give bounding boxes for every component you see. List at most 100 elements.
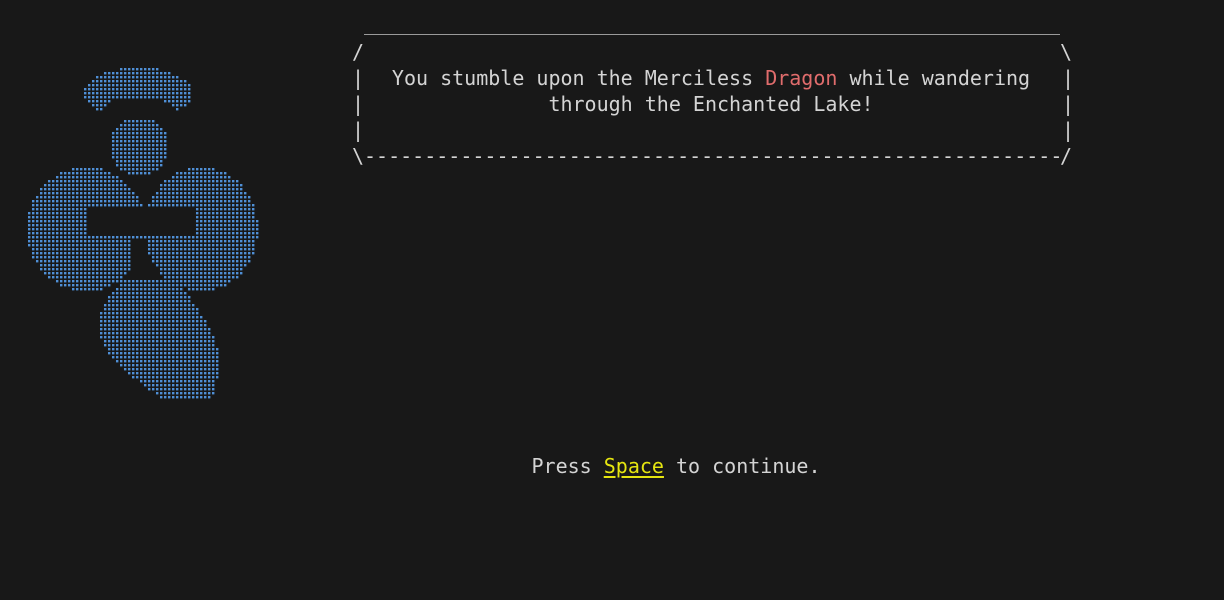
sprite-dot [164,340,167,343]
sprite-dot [196,212,199,215]
sprite-dot [84,288,87,291]
sprite-dot [232,180,235,183]
sprite-dot [244,248,247,251]
sprite-dot [208,208,211,211]
sprite-dot [100,80,103,83]
sprite-dot [144,72,147,75]
sprite-dot [216,372,219,375]
sprite-dot [80,224,83,227]
sprite-dot [204,344,207,347]
sprite-dot [124,84,127,87]
sprite-dot [120,152,123,155]
sprite-dot [132,68,135,71]
sprite-dot [144,344,147,347]
sprite-dot [100,260,103,263]
sprite-dot [148,384,151,387]
sprite-dot [56,276,59,279]
sprite-dot [184,392,187,395]
sprite-dot [72,272,75,275]
sprite-dot [104,172,107,175]
sprite-dot [212,168,215,171]
sprite-dot [192,336,195,339]
sprite-dot [140,308,143,311]
sprite-dot [140,236,143,239]
sprite-dot [204,280,207,283]
sprite-dot [88,192,91,195]
sprite-dot [160,344,163,347]
sprite-dot [148,300,151,303]
sprite-dot [200,244,203,247]
sprite-dot [52,228,55,231]
sprite-dot [132,320,135,323]
sprite-dot [160,340,163,343]
sprite-dot [164,96,167,99]
sprite-dot [196,232,199,235]
sprite-dot [172,252,175,255]
sprite-dot [148,360,151,363]
sprite-dot [44,272,47,275]
sprite-dot [96,184,99,187]
sprite-dot [124,200,127,203]
sprite-dot [236,200,239,203]
sprite-dot [192,340,195,343]
sprite-dot [140,160,143,163]
sprite-dot [88,252,91,255]
sprite-dot [148,320,151,323]
sprite-dot [60,276,63,279]
sprite-dot [124,152,127,155]
sprite-dot [116,268,119,271]
sprite-dot [92,284,95,287]
sprite-dot [124,288,127,291]
sprite-dot [100,276,103,279]
sprite-dot [136,332,139,335]
sprite-dot [88,168,91,171]
sprite-dot [68,188,71,191]
sprite-dot [192,252,195,255]
sprite-dot [52,192,55,195]
sprite-dot [212,232,215,235]
sprite-dot [104,204,107,207]
sprite-dot [220,216,223,219]
sprite-dot [240,272,243,275]
sprite-dot [148,76,151,79]
sprite-dot [136,92,139,95]
sprite-dot [72,256,75,259]
sprite-dot [176,336,179,339]
sprite-dot [168,280,171,283]
sprite-dot [212,244,215,247]
sprite-dot [160,324,163,327]
sprite-dot [160,164,163,167]
sprite-dot [112,256,115,259]
sprite-dot [156,316,159,319]
sprite-dot [132,312,135,315]
sprite-dot [116,136,119,139]
sprite-dot [148,128,151,131]
sprite-dot [172,352,175,355]
sprite-dot [184,340,187,343]
sprite-dot [172,332,175,335]
sprite-dot [72,208,75,211]
sprite-dot [240,268,243,271]
sprite-dot [116,188,119,191]
sprite-dot [120,316,123,319]
sprite-dot [208,276,211,279]
sprite-dot [184,316,187,319]
sprite-dot [196,368,199,371]
sprite-dot [156,360,159,363]
sprite-dot [112,188,115,191]
sprite-dot [60,204,63,207]
sprite-dot [164,236,167,239]
sprite-dot [188,348,191,351]
sprite-dot [52,220,55,223]
space-key-hint[interactable]: Space [604,454,664,478]
sprite-dot [80,184,83,187]
sprite-dot [64,236,67,239]
sprite-dot [116,176,119,179]
sprite-dot [48,192,51,195]
sprite-dot [76,256,79,259]
sprite-dot [172,276,175,279]
sprite-dot [224,280,227,283]
sprite-dot [188,312,191,315]
sprite-dot [40,208,43,211]
sprite-dot [104,188,107,191]
